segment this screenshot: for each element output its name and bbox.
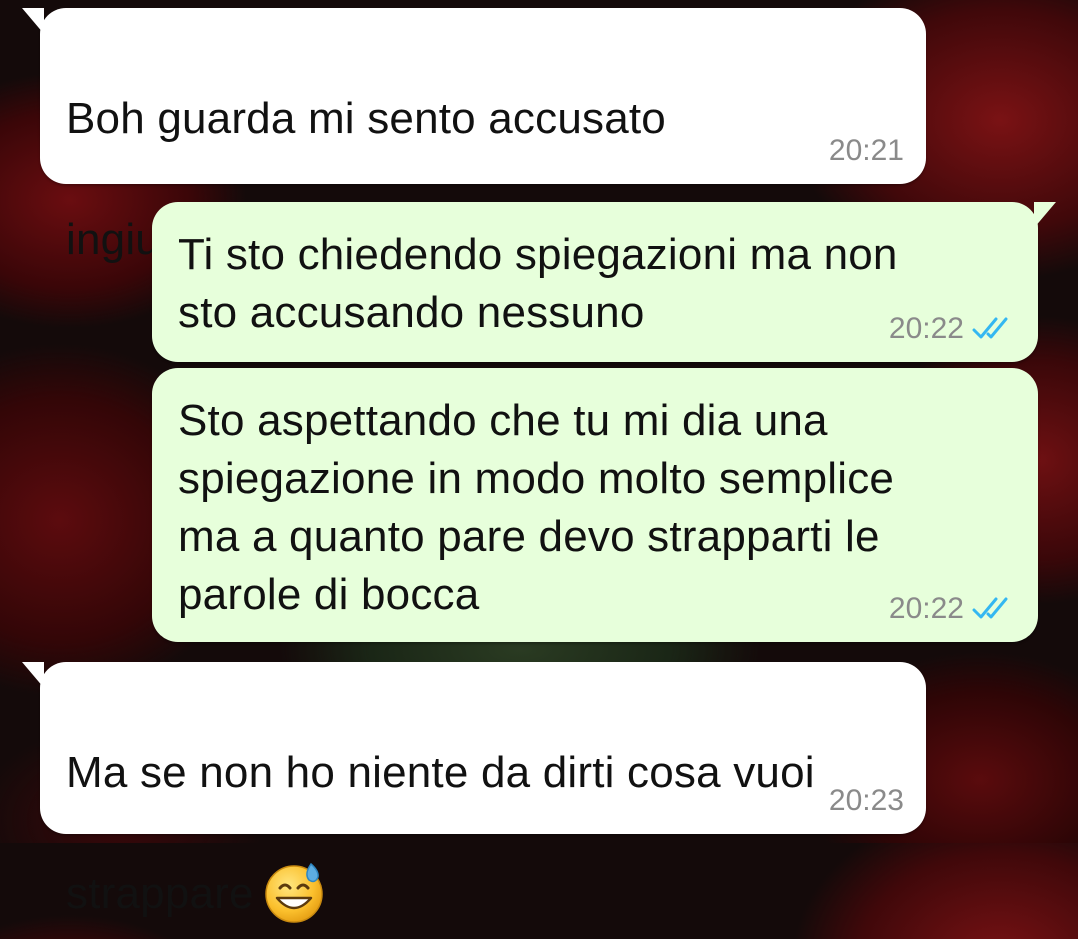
- grinning-sweat-emoji-icon: [264, 802, 328, 923]
- double-check-read-icon: [972, 316, 1016, 342]
- bubble-tail: [22, 662, 44, 688]
- message-time: 20:22: [888, 312, 964, 345]
- message-text: Ma se non ho niente da dirti cosa vuoi s…: [66, 686, 815, 923]
- message-meta: 20:23: [829, 784, 904, 818]
- message-time: 20:23: [828, 784, 904, 817]
- message-text: Sto aspettando che tu mi dia una spiegaz…: [178, 396, 895, 619]
- message-bubble-outgoing[interactable]: Sto aspettando che tu mi dia una spiegaz…: [152, 368, 1038, 642]
- message-time: 20:22: [888, 592, 964, 625]
- message-meta: 20:21: [829, 134, 904, 168]
- message-bubble-incoming[interactable]: Ma se non ho niente da dirti cosa vuoi s…: [22, 662, 926, 923]
- message-meta: 20:22: [889, 312, 1016, 346]
- double-check-read-icon: [972, 596, 1016, 622]
- message-bubble-outgoing[interactable]: Ti sto chiedendo spiegazioni ma non sto …: [152, 202, 1056, 362]
- message-bubble-incoming[interactable]: Boh guarda mi sento accusato ingiustamen…: [22, 8, 926, 269]
- message-time: 20:21: [828, 134, 904, 167]
- message-meta: 20:22: [889, 592, 1016, 626]
- bubble-tail: [22, 8, 44, 34]
- bubble-tail: [1034, 202, 1056, 228]
- message-text: Ti sto chiedendo spiegazioni ma non sto …: [178, 230, 898, 337]
